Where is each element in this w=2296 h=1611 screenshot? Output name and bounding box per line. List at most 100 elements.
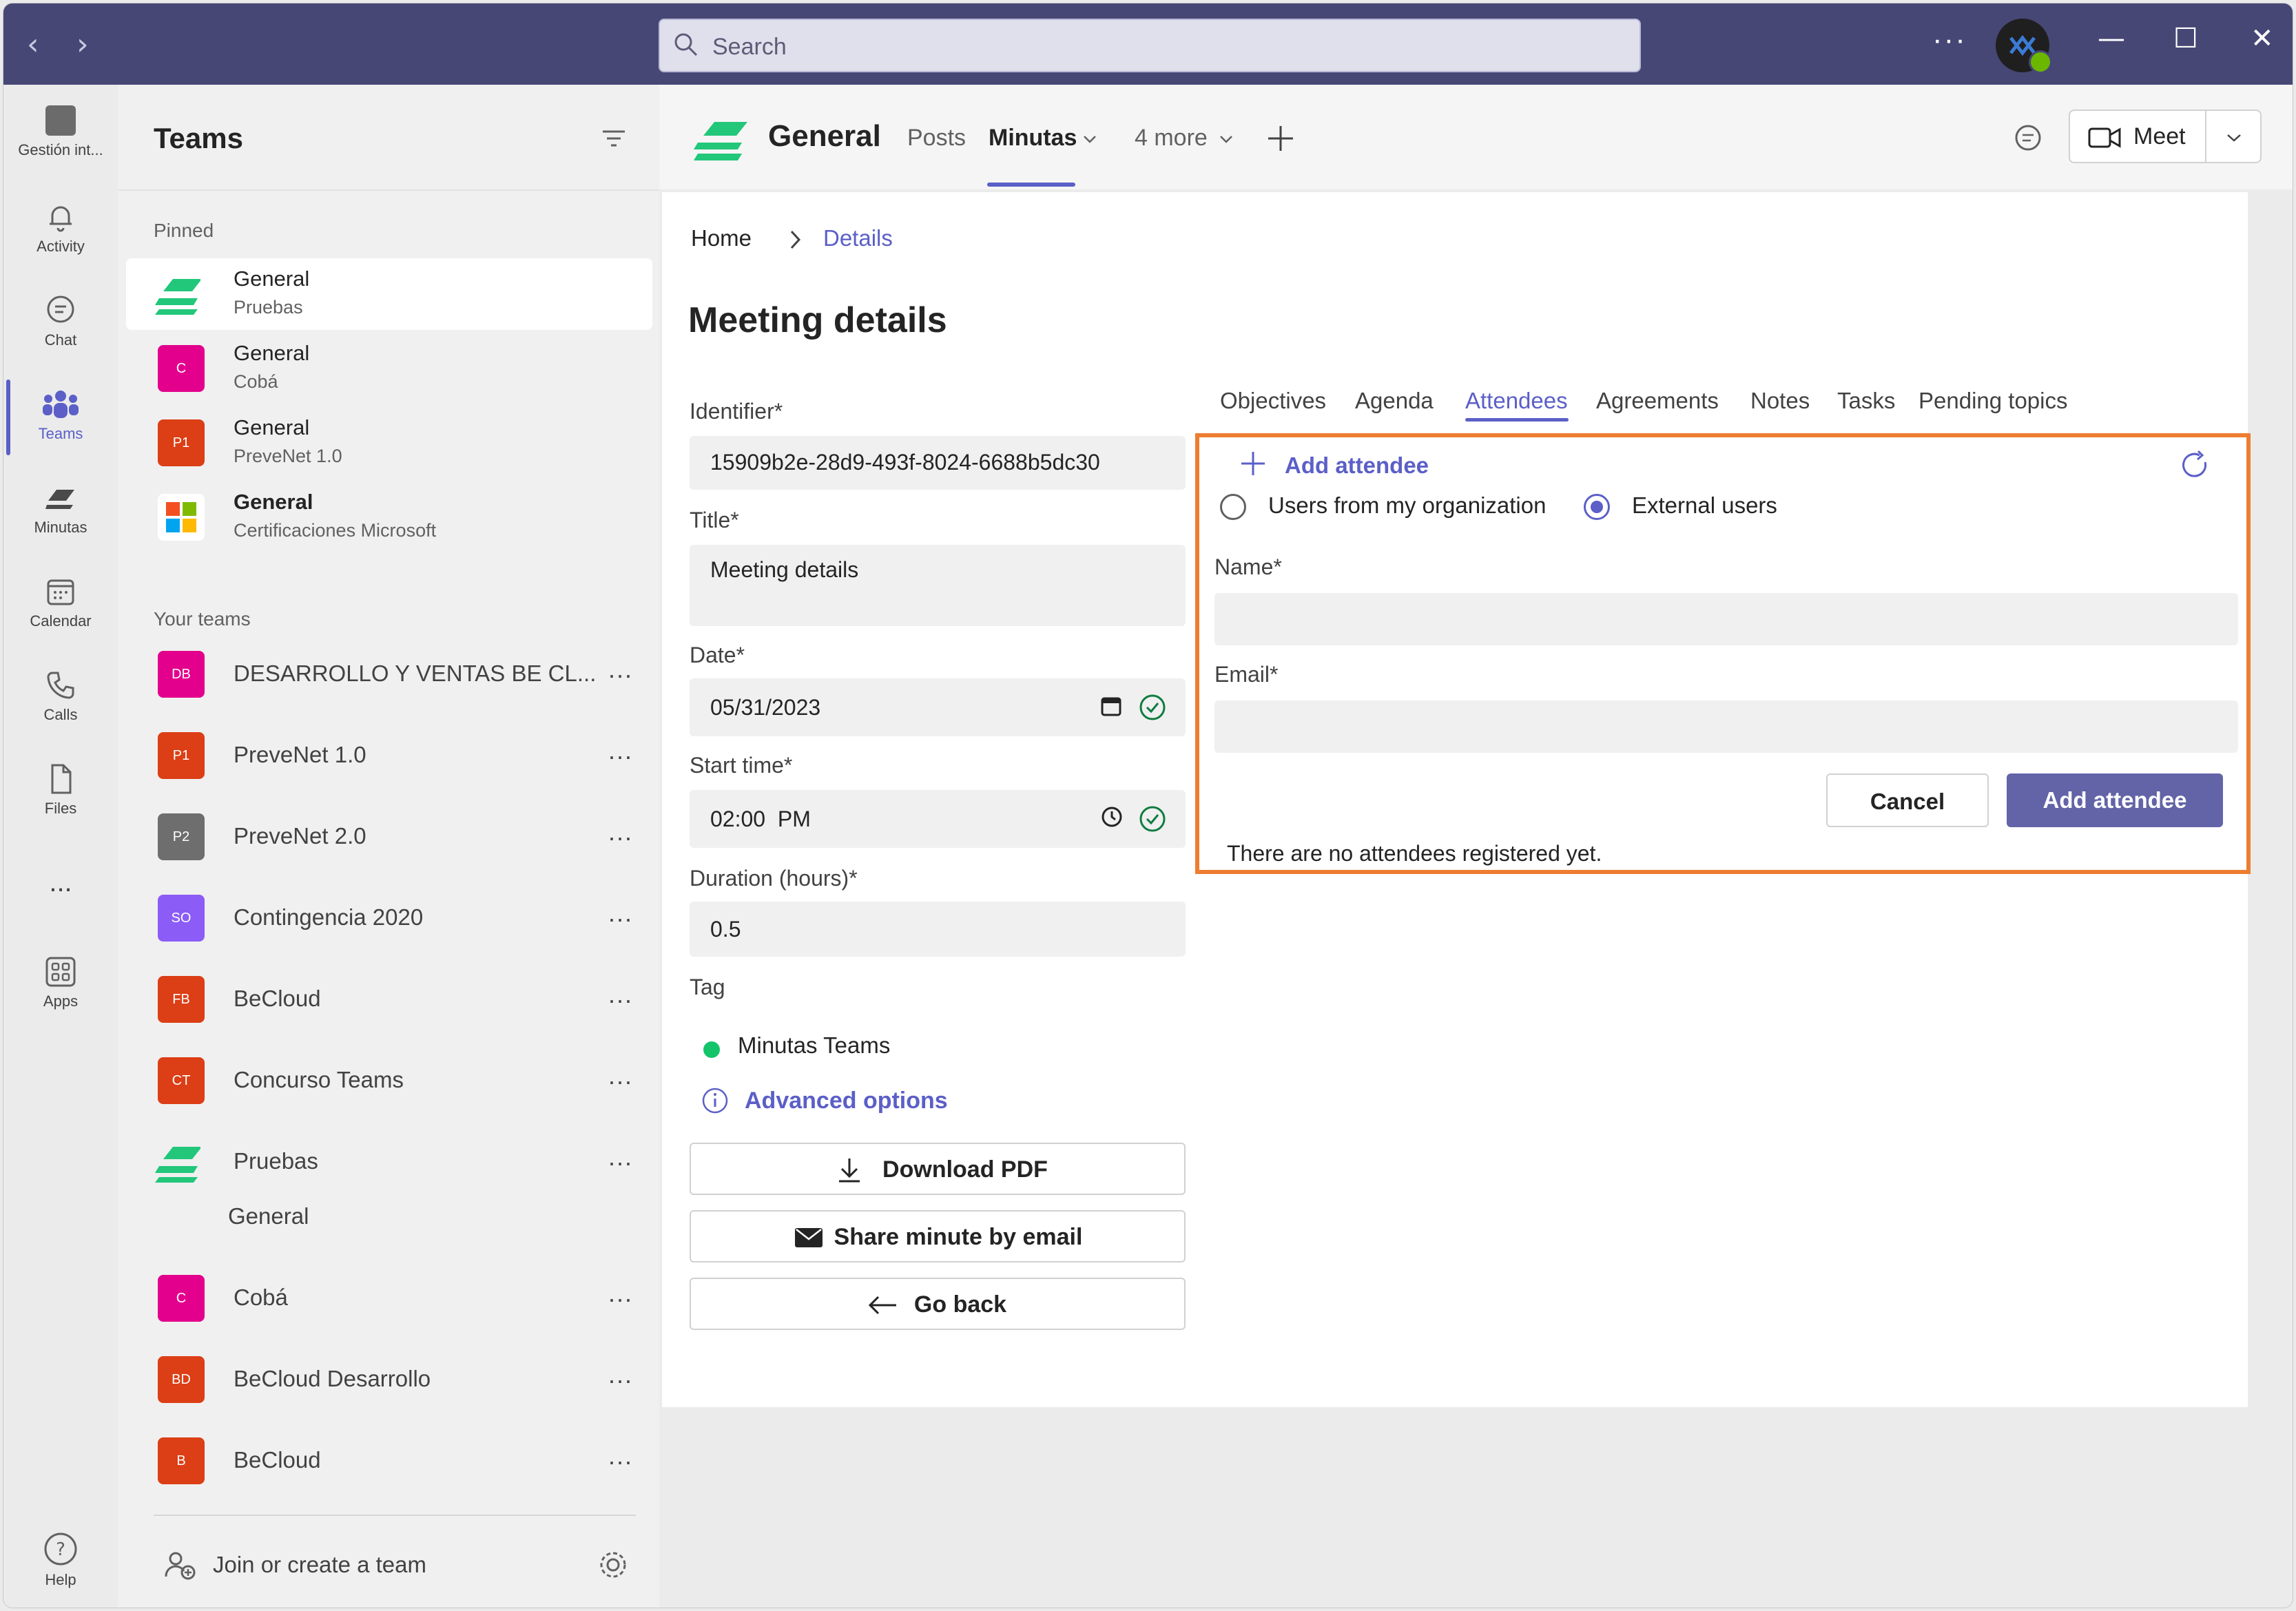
team-row[interactable]: FB BeCloud ... bbox=[126, 965, 652, 1034]
name-input[interactable] bbox=[1214, 593, 2238, 645]
team-tile: DB bbox=[158, 651, 205, 698]
team-row[interactable]: SO Contingencia 2020 ... bbox=[126, 884, 652, 953]
main-area: General Posts Minutas 4 more Meet Home D… bbox=[659, 85, 2293, 1608]
title-label: Title* bbox=[690, 508, 739, 532]
advanced-options-link[interactable]: Advanced options bbox=[745, 1088, 948, 1114]
team-row[interactable]: Pruebas ... bbox=[126, 1127, 652, 1196]
title-field[interactable]: Meeting details bbox=[690, 545, 1186, 626]
gear-icon[interactable] bbox=[597, 1549, 629, 1581]
more-icon[interactable]: ... bbox=[608, 1061, 633, 1090]
team-row[interactable]: B BeCloud ... bbox=[126, 1426, 652, 1495]
add-tab-icon[interactable] bbox=[1265, 123, 1296, 154]
back-arrow-icon[interactable]: ‹ bbox=[27, 27, 39, 62]
more-icon[interactable]: ... bbox=[608, 1143, 633, 1172]
plus-icon bbox=[1241, 452, 1265, 475]
maximize-icon[interactable]: ☐ bbox=[2173, 23, 2198, 54]
forward-arrow-icon[interactable]: › bbox=[76, 27, 89, 62]
minutas-app-content: Home Details Meeting details Identifier*… bbox=[662, 192, 2251, 1407]
team-name: Cobá bbox=[234, 371, 278, 392]
join-create-team-link[interactable]: Join or create a team bbox=[213, 1552, 426, 1578]
rail-item-minutas[interactable]: Minutas bbox=[3, 481, 118, 537]
file-icon bbox=[51, 764, 72, 794]
teams-panel: Teams Pinned General Pruebas C General C… bbox=[118, 85, 660, 1608]
rail-item-files[interactable]: Files bbox=[3, 762, 118, 818]
tab-more[interactable]: 4 more bbox=[1135, 125, 1208, 152]
rail-item-chat[interactable]: Chat bbox=[3, 294, 118, 349]
breadcrumb-current[interactable]: Details bbox=[823, 225, 893, 251]
start-time-field[interactable]: 02:00 PM bbox=[690, 790, 1186, 848]
download-label: Download PDF bbox=[882, 1156, 1048, 1183]
share-email-button[interactable]: Share minute by email bbox=[690, 1210, 1186, 1262]
rail-item-help[interactable]: ? Help bbox=[3, 1531, 118, 1589]
identifier-field[interactable]: 15909b2e-28d9-493f-8024-6688b5dc30 bbox=[690, 436, 1186, 490]
rail-item-calendar[interactable]: Calendar bbox=[3, 575, 118, 630]
team-row[interactable]: C Cobá ... bbox=[126, 1264, 652, 1333]
tab-attendees[interactable]: Attendees bbox=[1465, 388, 1568, 414]
rail-item-gestion[interactable]: Gestión int... bbox=[3, 104, 118, 159]
refresh-icon[interactable] bbox=[2179, 450, 2211, 481]
tab-pending-topics[interactable]: Pending topics bbox=[1918, 388, 2067, 414]
tab-agreements[interactable]: Agreements bbox=[1596, 388, 1719, 414]
meet-dropdown[interactable] bbox=[2206, 110, 2262, 163]
more-options-icon[interactable]: ··· bbox=[1932, 23, 1967, 57]
tab-notes[interactable]: Notes bbox=[1750, 388, 1810, 414]
add-attendee-button[interactable]: Add attendee bbox=[2007, 773, 2223, 827]
team-row[interactable]: DB DESARROLLO Y VENTAS BE CL... ... bbox=[126, 640, 652, 709]
close-icon[interactable]: ✕ bbox=[2251, 23, 2274, 54]
join-team-icon bbox=[165, 1552, 196, 1580]
rail-item-calls[interactable]: Calls bbox=[3, 669, 118, 724]
pinned-channel[interactable]: General Certificaciones Microsoft bbox=[126, 481, 652, 553]
team-row[interactable]: BD BeCloud Desarrollo ... bbox=[126, 1345, 652, 1414]
tab-tasks[interactable]: Tasks bbox=[1837, 388, 1895, 414]
minimize-icon[interactable]: — bbox=[2098, 23, 2125, 54]
pinned-channel[interactable]: General Pruebas bbox=[126, 258, 652, 330]
rail-item-activity[interactable]: Activity bbox=[3, 200, 118, 256]
more-icon[interactable]: ... bbox=[608, 736, 633, 765]
search-icon bbox=[674, 33, 698, 56]
cancel-button[interactable]: Cancel bbox=[1826, 773, 1989, 827]
team-row[interactable]: P2 PreveNet 2.0 ... bbox=[126, 802, 652, 871]
breadcrumb-home[interactable]: Home bbox=[691, 225, 752, 251]
tab-objectives[interactable]: Objectives bbox=[1220, 388, 1326, 414]
more-icon[interactable]: ... bbox=[608, 899, 633, 928]
more-icon[interactable]: ... bbox=[608, 1360, 633, 1389]
minutas-icon bbox=[45, 490, 74, 509]
channel-name[interactable]: General bbox=[228, 1203, 309, 1229]
pinned-channel[interactable]: C General Cobá bbox=[126, 333, 652, 404]
date-field[interactable]: 05/31/2023 bbox=[690, 678, 1186, 736]
filter-icon[interactable] bbox=[600, 126, 628, 151]
radio-external-users[interactable] bbox=[1584, 494, 1610, 520]
duration-field[interactable]: 0.5 bbox=[690, 902, 1186, 957]
tab-minutas[interactable]: Minutas bbox=[989, 125, 1077, 152]
clock-icon[interactable] bbox=[1100, 805, 1124, 829]
channel-title: General bbox=[768, 119, 881, 153]
email-input[interactable] bbox=[1214, 700, 2238, 753]
radio-org-users[interactable] bbox=[1220, 494, 1246, 520]
more-icon[interactable]: ... bbox=[608, 980, 633, 1009]
tab-posts[interactable]: Posts bbox=[907, 125, 966, 152]
rail-label: Chat bbox=[44, 331, 77, 349]
rail-item-teams[interactable]: Teams bbox=[3, 388, 118, 443]
avatar[interactable] bbox=[1996, 19, 2052, 74]
add-attendee-link[interactable]: Add attendee bbox=[1285, 453, 1429, 479]
tab-agenda[interactable]: Agenda bbox=[1355, 388, 1434, 414]
team-row[interactable]: P1 PreveNet 1.0 ... bbox=[126, 721, 652, 790]
conversation-icon[interactable] bbox=[2012, 123, 2044, 155]
more-icon[interactable]: ... bbox=[608, 655, 633, 684]
go-back-button[interactable]: Go back bbox=[690, 1278, 1186, 1330]
search-bar[interactable]: Search bbox=[659, 19, 1641, 72]
team-tile: CT bbox=[158, 1057, 205, 1104]
calendar-icon[interactable] bbox=[1100, 695, 1122, 717]
more-icon[interactable]: ... bbox=[608, 1279, 633, 1308]
team-row[interactable]: CT Concurso Teams ... bbox=[126, 1046, 652, 1115]
download-pdf-button[interactable]: Download PDF bbox=[690, 1143, 1186, 1195]
pinned-channel[interactable]: P1 General PreveNet 1.0 bbox=[126, 407, 652, 479]
more-icon[interactable]: ... bbox=[608, 1442, 633, 1470]
active-tab-indicator bbox=[1465, 418, 1569, 422]
radio-org-label: Users from my organization bbox=[1268, 492, 1547, 518]
rail-label: Apps bbox=[43, 992, 79, 1010]
rail-more-apps[interactable]: ... bbox=[3, 863, 118, 898]
meet-button[interactable]: Meet bbox=[2069, 110, 2206, 163]
more-icon[interactable]: ... bbox=[608, 818, 633, 846]
rail-item-apps[interactable]: Apps bbox=[3, 955, 118, 1010]
